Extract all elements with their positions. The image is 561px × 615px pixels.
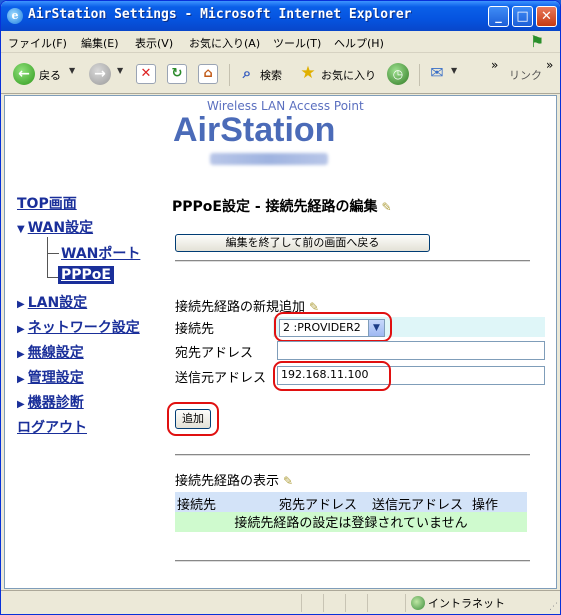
page-title: PPPoE設定 - 接続先経路の編集 ✎ [172, 196, 392, 216]
collapsed-arrow-icon: ▶ [17, 399, 25, 410]
highlight-ring [274, 312, 392, 342]
tree-branch [47, 253, 59, 254]
nav-wireless-settings[interactable]: 無線設定 [28, 345, 84, 361]
nav-network-settings[interactable]: ネットワーク設定 [28, 320, 140, 336]
back-button-label[interactable]: 戻る [39, 67, 61, 83]
column-header: 接続先 [177, 498, 217, 513]
nav-top[interactable]: TOP画面 [17, 196, 77, 212]
destination-label: 接続先 [175, 322, 215, 337]
security-zone-label: イントラネット [428, 597, 505, 610]
browser-window: e AirStation Settings - Microsoft Intern… [0, 0, 561, 615]
status-separator [345, 594, 346, 612]
menu-favorites[interactable]: お気に入り(A) [189, 35, 260, 51]
column-header: 送信元アドレス [372, 498, 464, 513]
intranet-globe-icon [411, 596, 425, 610]
back-arrow-icon[interactable]: ← [13, 63, 35, 85]
status-separator [323, 594, 324, 612]
window-title: AirStation Settings - Microsoft Internet… [28, 7, 412, 22]
route-list-header: 接続先 宛先アドレス 送信元アドレス 操作 [175, 492, 527, 513]
highlight-ring [273, 361, 391, 391]
resize-grip-icon[interactable]: ⋰ [549, 602, 558, 612]
nav-wan-port[interactable]: WANポート [61, 246, 140, 262]
status-bar: イントラネット ⋰ [1, 590, 560, 614]
blurred-model-name [210, 153, 328, 165]
nav-pppoe[interactable]: PPPoE [58, 266, 114, 284]
windows-flag-icon: ⚑ [529, 32, 545, 51]
help-icon[interactable]: ✎ [283, 474, 293, 488]
stop-icon[interactable]: ✕ [136, 64, 156, 84]
menu-edit[interactable]: 編集(E) [81, 35, 119, 51]
airstation-logo: AirStation [173, 111, 336, 149]
dest-address-input[interactable] [277, 341, 545, 360]
page-title-text: PPPoE設定 - 接続先経路の編集 [172, 199, 378, 215]
src-address-label: 送信元アドレス [175, 371, 267, 386]
highlight-ring [167, 402, 219, 436]
column-header: 宛先アドレス [279, 498, 358, 513]
route-list-section-title-text: 接続先経路の表示 [175, 474, 280, 489]
links-label[interactable]: リンク [509, 67, 542, 83]
nav-lan-settings[interactable]: LAN設定 [28, 295, 87, 311]
toolbar-separator [419, 64, 420, 86]
collapsed-arrow-icon: ▶ [17, 324, 25, 335]
nav-diagnostics[interactable]: 機器診断 [28, 395, 84, 411]
history-icon[interactable]: ◷ [387, 63, 409, 85]
internet-explorer-icon: e [7, 8, 23, 24]
home-icon[interactable]: ⌂ [198, 64, 218, 84]
security-zone: イントラネット [411, 595, 505, 611]
expanded-arrow-icon: ▼ [17, 224, 25, 235]
favorites-button-label[interactable]: お気に入り [321, 67, 376, 83]
title-bar: e AirStation Settings - Microsoft Intern… [1, 1, 560, 31]
menu-bar: ファイル(F) 編集(E) 表示(V) お気に入り(A) ツール(T) ヘルプ(… [1, 31, 560, 53]
links-chevron[interactable]: » [546, 58, 553, 72]
collapsed-arrow-icon: ▶ [17, 349, 25, 360]
page-content: Wireless LAN Access Point AirStation TOP… [4, 95, 557, 589]
forward-dropdown-icon[interactable]: ▼ [117, 66, 123, 75]
nav-wan-settings[interactable]: WAN設定 [28, 220, 93, 236]
column-header: 操作 [472, 498, 499, 513]
mail-dropdown-icon[interactable]: ▼ [451, 66, 457, 75]
route-list-empty-message: 接続先経路の設定は登録されていません [175, 512, 527, 532]
help-icon[interactable]: ✎ [382, 200, 392, 214]
menu-view[interactable]: 表示(V) [135, 35, 173, 51]
collapsed-arrow-icon: ▶ [17, 374, 25, 385]
minimize-button[interactable]: _ [488, 6, 509, 27]
maximize-button[interactable]: □ [512, 6, 533, 27]
menu-tools[interactable]: ツール(T) [273, 35, 321, 51]
divider [175, 560, 530, 562]
mail-icon[interactable]: ✉ [427, 64, 447, 84]
status-separator [301, 594, 302, 612]
status-separator [367, 594, 368, 612]
nav-logout[interactable]: ログアウト [17, 420, 87, 436]
menu-help[interactable]: ヘルプ(H) [334, 35, 384, 51]
close-button[interactable]: ✕ [536, 6, 557, 27]
search-icon[interactable]: ⌕ [237, 64, 257, 84]
back-to-previous-button[interactable]: 編集を終了して前の画面へ戻る [175, 234, 430, 252]
menu-file[interactable]: ファイル(F) [8, 35, 67, 51]
nav-admin-settings[interactable]: 管理設定 [28, 370, 84, 386]
forward-arrow-icon[interactable]: → [89, 63, 111, 85]
toolbar: ← 戻る ▼ → ▼ ✕ ↻ ⌂ ⌕ 検索 ★ お気に入り ◷ ✉ ▼ » リン… [1, 54, 560, 94]
divider [175, 260, 530, 262]
search-button-label[interactable]: 検索 [260, 67, 282, 83]
route-list-section-title: 接続先経路の表示 ✎ [175, 470, 293, 489]
divider [175, 454, 530, 456]
favorites-star-icon[interactable]: ★ [298, 64, 318, 84]
tree-line [47, 237, 48, 278]
toolbar-separator [229, 64, 230, 86]
refresh-icon[interactable]: ↻ [167, 64, 187, 84]
toolbar-chevron[interactable]: » [491, 58, 498, 72]
status-separator [405, 594, 406, 612]
back-dropdown-icon[interactable]: ▼ [69, 66, 75, 75]
dest-address-label: 宛先アドレス [175, 346, 254, 361]
collapsed-arrow-icon: ▶ [17, 299, 25, 310]
